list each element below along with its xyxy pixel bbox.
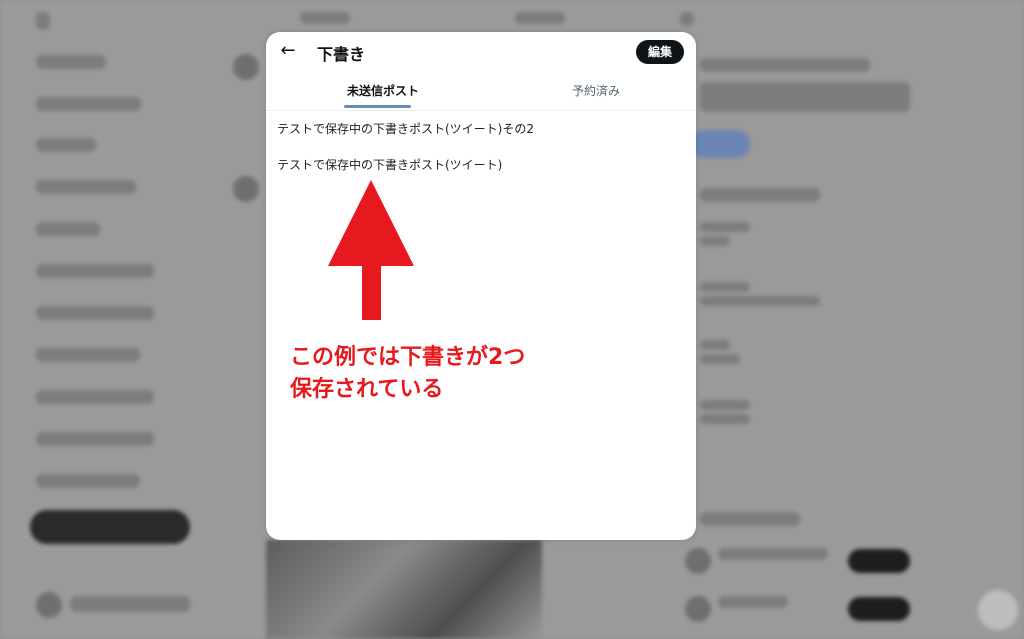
annotation-line: 保存されている — [290, 377, 444, 402]
avatar — [233, 176, 259, 202]
nav-item — [36, 55, 106, 69]
premium-text — [700, 82, 910, 112]
draft-item[interactable]: テストで保存中の下書きポスト(ツイート)その2 — [277, 120, 677, 137]
avatar — [685, 596, 711, 622]
nav-item — [36, 348, 140, 362]
nav-item — [36, 474, 140, 488]
nav-item — [36, 432, 154, 446]
nav-item — [36, 264, 154, 278]
avatar — [685, 548, 711, 574]
post-button — [30, 510, 190, 544]
draft-item[interactable]: テストで保存中の下書きポスト(ツイート) — [277, 156, 677, 173]
tab-unsent-posts[interactable]: 未送信ポスト — [347, 82, 419, 99]
avatar — [233, 54, 259, 80]
follow-button — [848, 549, 910, 573]
search-icon — [680, 12, 694, 26]
modal-title: 下書き — [317, 45, 366, 64]
trends-title — [700, 188, 820, 202]
trend-item — [700, 400, 750, 410]
nav-item — [36, 180, 136, 194]
post-image — [266, 540, 542, 639]
trend-item — [700, 222, 750, 232]
nav-item — [36, 138, 96, 152]
user-name — [718, 596, 788, 608]
nav-item — [36, 306, 154, 320]
avatar — [36, 592, 62, 618]
trend-item — [700, 340, 730, 350]
annotation-text: この例では下書きが2つ 保存されている — [290, 342, 525, 406]
subscribe-button — [690, 130, 750, 158]
account-name — [70, 596, 190, 612]
back-arrow-icon[interactable]: ← — [276, 40, 300, 64]
trend-item — [700, 354, 740, 364]
nav-item — [36, 222, 100, 236]
messages-icon — [978, 590, 1018, 630]
user-name — [718, 548, 828, 560]
trend-item — [700, 282, 750, 292]
drafts-modal: ← 下書き 編集 未送信ポスト 予約済み テストで保存中の下書きポスト(ツイート… — [266, 32, 696, 540]
trend-item — [700, 296, 820, 306]
follow-button — [848, 597, 910, 621]
edit-button[interactable]: 編集 — [635, 40, 684, 64]
drafts-tabs: 未送信ポスト 予約済み — [266, 72, 696, 111]
trend-item — [700, 414, 750, 424]
timeline-tab — [300, 12, 350, 24]
nav-item — [36, 390, 154, 404]
active-tab-indicator — [344, 105, 411, 108]
logo-icon — [36, 12, 50, 30]
annotation-line: この例では下書きが2つ — [290, 345, 526, 370]
modal-header: ← 下書き 編集 — [266, 32, 696, 72]
timeline-tab — [515, 12, 565, 24]
tab-scheduled[interactable]: 予約済み — [572, 82, 620, 99]
who-to-follow-title — [700, 512, 800, 526]
nav-item — [36, 97, 141, 111]
premium-title — [700, 58, 870, 72]
trend-item — [700, 236, 730, 246]
up-arrow-icon — [328, 180, 414, 320]
